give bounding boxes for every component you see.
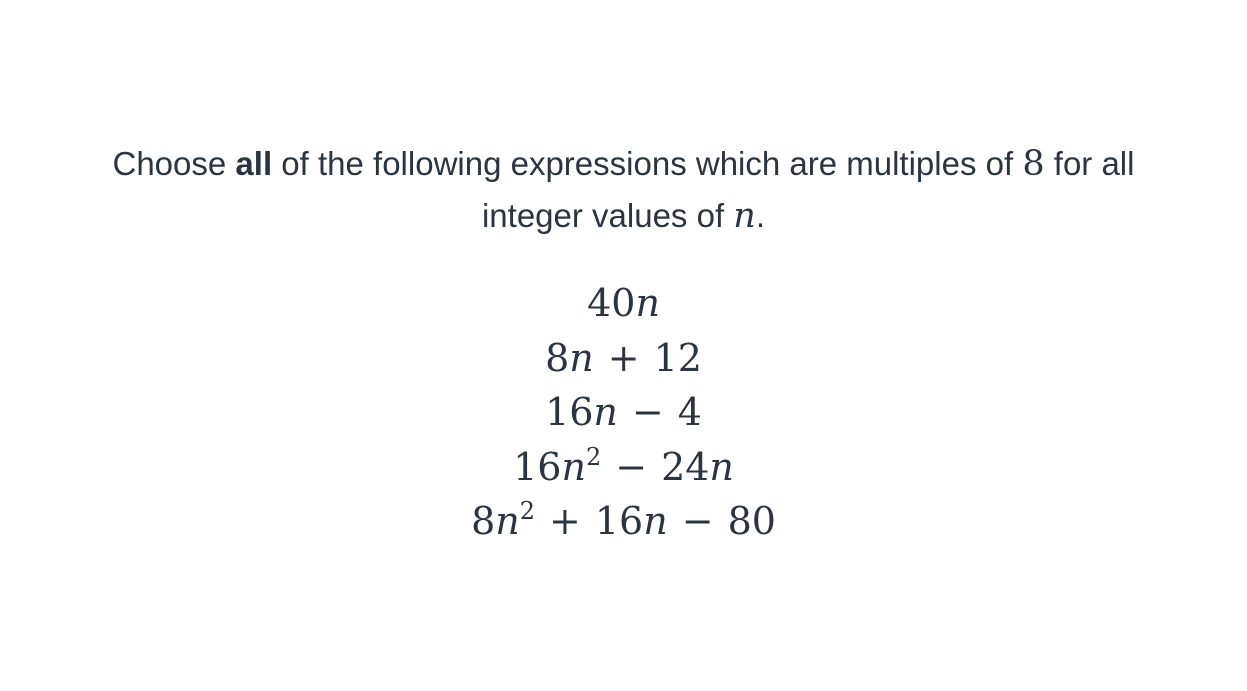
expr-5-var-2: n xyxy=(643,499,668,543)
expr-4-var: n xyxy=(561,444,586,489)
question-line-2: integer values of n. xyxy=(0,190,1247,242)
expr-5-coef: 8 xyxy=(471,499,496,543)
expr-3-constant: 4 xyxy=(677,390,702,434)
expr-4-coef-2: 24 xyxy=(661,444,710,489)
expr-4-var-2: n xyxy=(709,444,734,489)
expr-2-constant: 12 xyxy=(653,335,702,380)
expr-5-operator-2: − xyxy=(681,499,714,543)
expr-5-operator: + xyxy=(549,499,581,543)
expr-2-coef: 8 xyxy=(545,335,570,380)
expr-5-constant: 80 xyxy=(727,499,776,543)
expr-5-var: n xyxy=(495,499,520,543)
question-emphasis: all xyxy=(235,145,273,182)
expr-1-coef: 40 xyxy=(587,281,636,325)
expr-3-var: n xyxy=(593,390,618,434)
expression-5: 8n2 +16n −80 xyxy=(0,494,1247,549)
question-prefix: Choose xyxy=(112,145,236,182)
expr-5-coef-2: 16 xyxy=(594,499,644,543)
expression-1: 40n xyxy=(0,276,1247,331)
question-line-1: Choose all of the following expressions … xyxy=(0,138,1247,190)
expr-3-operator: − xyxy=(631,390,664,434)
question-line2-prefix: integer values of xyxy=(481,197,734,234)
expression-2: 8n +12 xyxy=(0,331,1247,386)
expr-4-exponent: 2 xyxy=(585,442,602,471)
question-text: Choose all of the following expressions … xyxy=(0,138,1247,242)
expr-2-var: n xyxy=(569,335,594,380)
expr-4-operator: − xyxy=(615,444,648,489)
expr-5-exponent: 2 xyxy=(519,497,536,525)
question-variable: n xyxy=(733,196,756,236)
expression-list: 40n 8n +12 16n −4 16n2−24n 8n2 +16n −80 xyxy=(0,276,1247,549)
question-middle: of the following expressions which are m… xyxy=(272,145,1023,182)
expression-4: 16n2−24n xyxy=(0,440,1247,495)
expr-3-coef: 16 xyxy=(545,390,594,434)
question-suffix: for all xyxy=(1044,145,1135,182)
expr-1-var: n xyxy=(635,281,660,325)
question-line2-suffix: . xyxy=(755,197,766,234)
expression-3: 16n −4 xyxy=(0,385,1247,440)
expr-2-operator: + xyxy=(607,335,640,380)
expr-4-coef: 16 xyxy=(513,444,562,489)
question-number: 8 xyxy=(1022,144,1045,184)
